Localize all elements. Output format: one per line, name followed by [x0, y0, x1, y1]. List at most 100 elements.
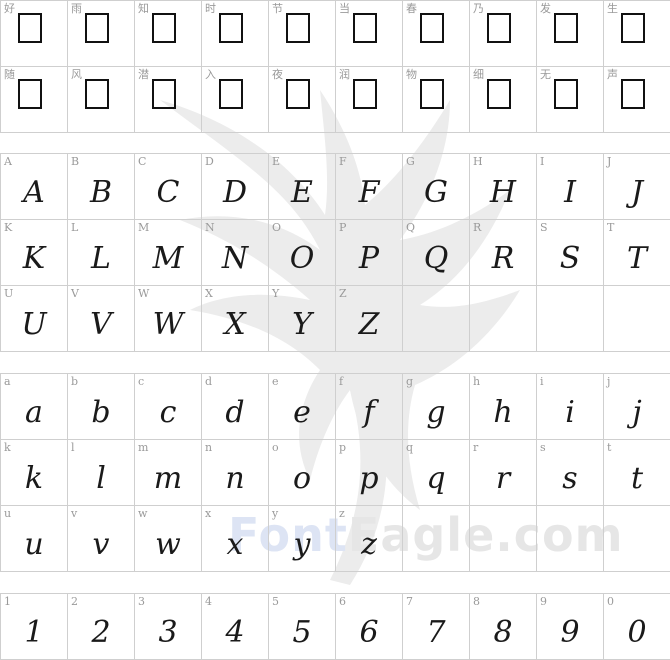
glyph-cell	[604, 286, 670, 352]
glyph-preview: l	[96, 461, 106, 496]
glyph-cell: SS	[537, 220, 604, 286]
missing-glyph-box-icon	[420, 79, 444, 109]
glyph-cell: II	[537, 154, 604, 220]
glyph-key-label: 当	[339, 2, 350, 15]
glyph-cell: 无	[537, 67, 604, 133]
glyph-cell: ll	[68, 440, 135, 506]
glyph-preview: x	[226, 527, 244, 562]
glyph-preview	[470, 298, 536, 351]
glyph-cell	[537, 286, 604, 352]
glyph-cell: qq	[403, 440, 470, 506]
glyph-cell: 润	[336, 67, 403, 133]
glyph-cell: 11	[1, 594, 68, 660]
glyph-cell: kk	[1, 440, 68, 506]
glyph-cell: 春	[403, 1, 470, 67]
glyph-cell: 00	[604, 594, 670, 660]
glyph-cell: DD	[202, 154, 269, 220]
glyph-cell: CC	[135, 154, 202, 220]
glyph-cell: oo	[269, 440, 336, 506]
glyph-cell: RR	[470, 220, 537, 286]
glyph-preview	[470, 518, 536, 571]
glyph-cell: 33	[135, 594, 202, 660]
missing-glyph-box-icon	[152, 79, 176, 109]
glyph-key-label: 好	[4, 2, 15, 15]
glyph-preview: G	[424, 175, 448, 210]
missing-glyph-box-icon	[420, 13, 444, 43]
glyph-cell: FF	[336, 154, 403, 220]
uppercase-preview-grid: AABBCCDDEEFFGGHHIIJJKKLLMMNNOOPPQQRRSSTT…	[0, 153, 670, 352]
glyph-preview: 1	[24, 615, 44, 650]
missing-glyph-box-icon	[621, 79, 645, 109]
glyph-preview: F	[358, 175, 380, 210]
glyph-cell: 生	[604, 1, 670, 67]
glyph-key-label: 节	[272, 2, 283, 15]
glyph-cell	[403, 286, 470, 352]
glyph-cell: mm	[135, 440, 202, 506]
glyph-cell: bb	[68, 374, 135, 440]
glyph-preview: A	[23, 175, 45, 210]
glyph-cell: 声	[604, 67, 670, 133]
glyph-preview: V	[90, 307, 112, 342]
glyph-preview: O	[289, 241, 315, 276]
glyph-cell: hh	[470, 374, 537, 440]
glyph-preview: i	[565, 395, 575, 430]
glyph-cell: ii	[537, 374, 604, 440]
glyph-cell: 随	[1, 67, 68, 133]
glyph-cell: jj	[604, 374, 670, 440]
glyph-cell	[604, 506, 670, 572]
missing-glyph-box-icon	[353, 79, 377, 109]
glyph-cell	[470, 506, 537, 572]
missing-glyph-box-icon	[353, 13, 377, 43]
glyph-cell: 物	[403, 67, 470, 133]
glyph-cell: VV	[68, 286, 135, 352]
glyph-preview: p	[359, 461, 379, 496]
glyph-cell: OO	[269, 220, 336, 286]
glyph-preview: 4	[225, 615, 245, 650]
glyph-cell: 雨	[68, 1, 135, 67]
glyph-cell: 乃	[470, 1, 537, 67]
glyph-preview: m	[153, 461, 183, 496]
glyph-preview: j	[632, 395, 642, 430]
glyph-cell: GG	[403, 154, 470, 220]
glyph-key-label: 乃	[473, 2, 484, 15]
glyph-preview: D	[222, 175, 248, 210]
glyph-cell: KK	[1, 220, 68, 286]
glyph-preview: T	[626, 241, 647, 276]
glyph-preview: r	[495, 461, 511, 496]
missing-glyph-box-icon	[219, 13, 243, 43]
glyph-key-label: 知	[138, 2, 149, 15]
glyph-preview: q	[426, 461, 446, 496]
glyph-cell: 风	[68, 67, 135, 133]
glyph-cell: pp	[336, 440, 403, 506]
glyph-preview	[537, 518, 603, 571]
glyph-cell: MM	[135, 220, 202, 286]
glyph-preview: t	[630, 461, 644, 496]
glyph-cell: ss	[537, 440, 604, 506]
glyph-cell: QQ	[403, 220, 470, 286]
glyph-cell: EE	[269, 154, 336, 220]
glyph-cell: rr	[470, 440, 537, 506]
glyph-key-label: 无	[540, 68, 551, 81]
glyph-cell: nn	[202, 440, 269, 506]
missing-glyph-box-icon	[18, 13, 42, 43]
glyph-preview	[537, 298, 603, 351]
glyph-preview: R	[491, 241, 515, 276]
glyph-preview: n	[225, 461, 245, 496]
glyph-cell: 99	[537, 594, 604, 660]
glyph-preview: 5	[292, 615, 312, 650]
missing-glyph-box-icon	[85, 13, 109, 43]
glyph-preview: 6	[359, 615, 379, 650]
missing-glyph-box-icon	[286, 79, 310, 109]
glyph-cell: dd	[202, 374, 269, 440]
missing-glyph-box-icon	[219, 79, 243, 109]
glyph-cell: zz	[336, 506, 403, 572]
glyph-cell: gg	[403, 374, 470, 440]
glyph-cell: WW	[135, 286, 202, 352]
glyph-preview: C	[156, 175, 180, 210]
glyph-cell: 潜	[135, 67, 202, 133]
glyph-preview: 8	[493, 615, 513, 650]
glyph-cell: JJ	[604, 154, 670, 220]
glyph-cell	[537, 506, 604, 572]
glyph-key-label: 润	[339, 68, 350, 81]
glyph-preview: z	[361, 527, 377, 562]
